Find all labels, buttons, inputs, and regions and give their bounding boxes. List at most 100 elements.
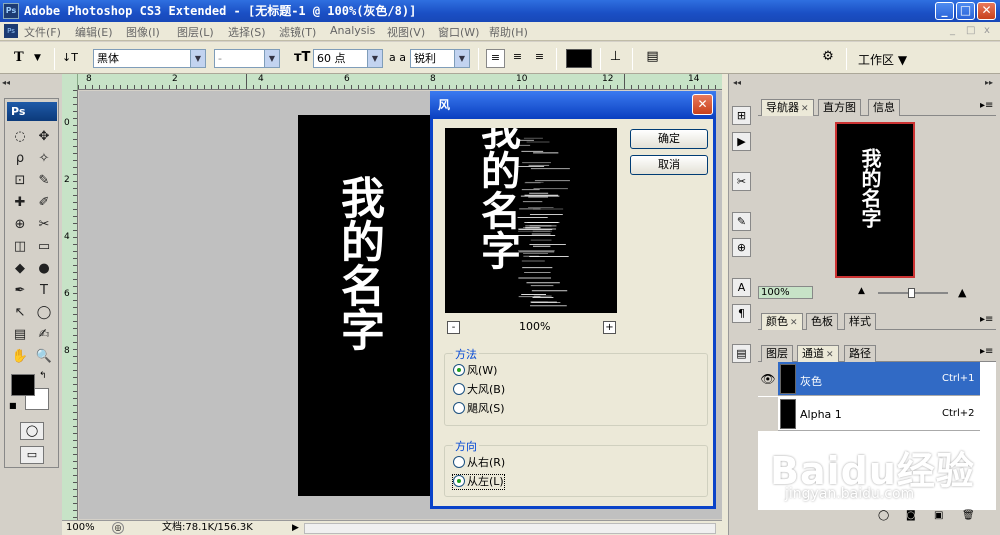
- notes-tool-icon[interactable]: ▤: [9, 325, 31, 345]
- maximize-button[interactable]: □: [956, 2, 975, 20]
- new-channel-icon[interactable]: ▣: [934, 510, 943, 521]
- doc-minimize-button[interactable]: _: [950, 25, 955, 36]
- brush-tool-icon[interactable]: ✐: [33, 193, 55, 213]
- ok-button[interactable]: 确定: [630, 129, 708, 149]
- eraser-tool-icon[interactable]: ◫: [9, 237, 31, 257]
- align-right-icon[interactable]: ≡: [530, 49, 549, 65]
- visibility-toggle[interactable]: [758, 397, 778, 431]
- collapse-dock-icon[interactable]: ▸▸: [985, 78, 993, 87]
- trash-icon[interactable]: 🗑: [962, 510, 975, 521]
- load-selection-icon[interactable]: ◯: [878, 510, 889, 521]
- close-icon[interactable]: ✕: [801, 104, 809, 114]
- menu-layer[interactable]: 图层(L): [177, 24, 214, 40]
- dodge-tool-icon[interactable]: ●: [33, 259, 55, 279]
- healing-tool-icon[interactable]: ✚: [9, 193, 31, 213]
- slice-tool-icon[interactable]: ✎: [33, 171, 55, 191]
- eye-icon[interactable]: 👁: [758, 362, 778, 396]
- stamp-tool-icon[interactable]: ⊕: [9, 215, 31, 235]
- menu-filter[interactable]: 滤镜(T): [279, 24, 316, 40]
- pen-tool-icon[interactable]: ✒: [9, 281, 31, 301]
- screen-mode-icon[interactable]: ▭: [20, 446, 44, 464]
- dropdown-arrow-icon[interactable]: ▼: [34, 50, 41, 66]
- zoom-out-icon[interactable]: ▲: [858, 286, 865, 296]
- warp-text-icon[interactable]: ⊥: [606, 49, 625, 65]
- hand-tool-icon[interactable]: ✋: [9, 347, 31, 367]
- zoom-out-button[interactable]: -: [447, 321, 460, 334]
- status-info-icon[interactable]: ◎: [112, 522, 124, 534]
- navigator-preview[interactable]: 我的名字: [835, 122, 915, 278]
- default-colors-icon[interactable]: ■: [9, 401, 17, 410]
- clone-source-icon[interactable]: ⊕: [732, 238, 751, 257]
- workspace-menu[interactable]: 工作区 ▼: [858, 51, 907, 68]
- align-left-icon[interactable]: ≡: [486, 49, 505, 68]
- horizontal-scrollbar[interactable]: [304, 523, 716, 534]
- text-color-swatch[interactable]: [566, 49, 592, 68]
- tab-paths[interactable]: 路径: [844, 345, 876, 362]
- align-center-icon[interactable]: ≡: [508, 49, 527, 65]
- zoom-in-icon[interactable]: ▲: [958, 286, 966, 299]
- doc-close-button[interactable]: x: [984, 25, 990, 36]
- tab-swatches[interactable]: 色板: [806, 313, 838, 330]
- type-tool-preset-icon[interactable]: T: [14, 50, 24, 66]
- blur-tool-icon[interactable]: ◆: [9, 259, 31, 279]
- paragraph-icon[interactable]: ¶: [732, 304, 751, 323]
- tab-info[interactable]: 信息: [868, 99, 900, 116]
- menu-edit[interactable]: 编辑(E): [75, 24, 113, 40]
- tab-navigator[interactable]: 导航器 ✕: [761, 99, 814, 116]
- close-icon[interactable]: ✕: [826, 350, 834, 360]
- menu-image[interactable]: 图像(I): [126, 24, 160, 40]
- crop-tool-icon[interactable]: ⊡: [9, 171, 31, 191]
- tool-presets-icon[interactable]: ✂: [732, 172, 751, 191]
- text-orientation-icon[interactable]: ↓T: [62, 50, 78, 66]
- radio-from-right[interactable]: 从右(R): [453, 456, 505, 470]
- path-select-tool-icon[interactable]: ↖: [9, 303, 31, 323]
- expand-arrow-icon[interactable]: ◂◂: [733, 78, 741, 87]
- filter-preview[interactable]: 我的名字: [445, 128, 617, 313]
- zoom-slider-thumb[interactable]: [908, 288, 915, 298]
- zoom-level[interactable]: 100%: [66, 521, 95, 535]
- zoom-tool-icon[interactable]: 🔍: [33, 347, 55, 367]
- antialias-select[interactable]: 锐利 ▼: [410, 49, 470, 68]
- ps-menu-icon[interactable]: Ps: [4, 24, 18, 38]
- type-tool-icon[interactable]: T: [33, 281, 55, 301]
- status-menu-arrow-icon[interactable]: ▶: [292, 521, 299, 535]
- menu-window[interactable]: 窗口(W): [438, 24, 479, 40]
- tab-styles[interactable]: 样式: [844, 313, 876, 330]
- brush-panel-icon[interactable]: ⚙: [816, 49, 840, 65]
- minimize-button[interactable]: _: [935, 2, 954, 20]
- document-canvas[interactable]: 我的名字: [298, 115, 438, 496]
- brushes-icon[interactable]: ✎: [732, 212, 751, 231]
- font-style-select[interactable]: - ▼: [214, 49, 280, 68]
- tab-color[interactable]: 颜色 ✕: [761, 313, 803, 330]
- channel-row[interactable]: Alpha 1 Ctrl+2: [758, 397, 980, 431]
- dialog-close-button[interactable]: ✕: [692, 94, 713, 115]
- actions-icon[interactable]: ▶: [732, 132, 751, 151]
- menu-help[interactable]: 帮助(H): [489, 24, 528, 40]
- panel-menu-icon[interactable]: ▸≡: [980, 346, 993, 357]
- shape-tool-icon[interactable]: ◯: [33, 303, 55, 323]
- quick-mask-icon[interactable]: ◯: [20, 422, 44, 440]
- swap-colors-icon[interactable]: ↰: [39, 371, 47, 381]
- menu-analysis[interactable]: Analysis: [330, 24, 375, 37]
- cancel-button[interactable]: 取消: [630, 155, 708, 175]
- history-brush-tool-icon[interactable]: ✂: [33, 215, 55, 235]
- radio-stagger[interactable]: 飓风(S): [453, 402, 505, 416]
- radio-blast[interactable]: 大风(B): [453, 383, 505, 397]
- tab-layers[interactable]: 图层: [761, 345, 793, 362]
- collapse-arrow-icon[interactable]: ◂◂: [2, 78, 10, 87]
- menu-view[interactable]: 视图(V): [387, 24, 425, 40]
- menu-file[interactable]: 文件(F): [24, 24, 61, 40]
- font-family-select[interactable]: 黑体 ▼: [93, 49, 206, 68]
- radio-wind[interactable]: 风(W): [453, 364, 497, 378]
- font-size-select[interactable]: 60 点 ▼: [313, 49, 383, 68]
- panel-menu-icon[interactable]: ▸≡: [980, 314, 993, 325]
- eyedropper-tool-icon[interactable]: ✍: [33, 325, 55, 345]
- gradient-tool-icon[interactable]: ▭: [33, 237, 55, 257]
- move-tool-icon[interactable]: ✥: [33, 127, 55, 147]
- doc-restore-button[interactable]: □: [966, 25, 975, 36]
- marquee-tool-icon[interactable]: ◌: [9, 127, 31, 147]
- close-icon[interactable]: ✕: [790, 318, 798, 328]
- layer-comps-icon[interactable]: ▤: [732, 344, 751, 363]
- tab-channels[interactable]: 通道 ✕: [797, 345, 839, 362]
- menu-select[interactable]: 选择(S): [228, 24, 266, 40]
